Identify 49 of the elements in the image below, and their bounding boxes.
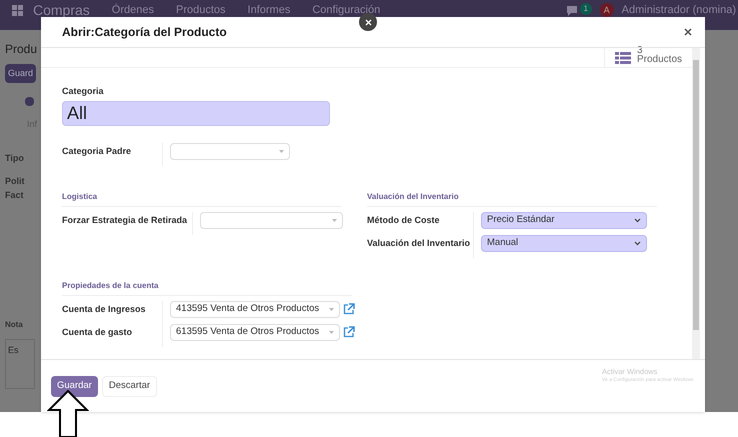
- discard-button[interactable]: Descartar: [102, 376, 158, 396]
- select-field[interactable]: 613595 Venta de Otros Productos: [170, 324, 340, 340]
- field-label: Tipo: [5, 152, 24, 165]
- dialog-title: Abrir:Categoría del Producto: [62, 24, 227, 41]
- field-label: Método de Coste: [367, 214, 441, 226]
- dropdown-field[interactable]: Manual: [481, 234, 647, 252]
- field-label: Fact: [5, 188, 24, 202]
- field-label: Forzar Estrategia de Retirada: [62, 214, 188, 227]
- caret-icon: [332, 218, 337, 222]
- notes-field[interactable]: Es: [5, 339, 35, 389]
- name-input-field[interactable]: All: [62, 100, 330, 126]
- menu-item[interactable]: Informes: [248, 3, 290, 17]
- save-button[interactable]: Guardar: [51, 376, 98, 396]
- field-label: Cuenta de Ingresos: [62, 302, 147, 316]
- field-label: Nota: [5, 319, 23, 331]
- save-button[interactable]: Guard: [5, 64, 36, 83]
- external-link-icon[interactable]: [343, 326, 355, 338]
- user-name[interactable]: Administrador (nomina): [622, 3, 736, 17]
- field-label: Valuación del Inventario: [367, 236, 472, 250]
- page-title: Produ: [5, 41, 38, 58]
- caret-icon: [634, 218, 641, 222]
- field-label: Polit: [5, 175, 24, 188]
- section-heading: Valuación del Inventario: [367, 190, 657, 206]
- field-label: Categoria Padre: [62, 144, 132, 158]
- select-field[interactable]: [200, 212, 343, 228]
- apps-icon[interactable]: [12, 3, 23, 16]
- checkbox[interactable]: [25, 97, 34, 106]
- scrollbar[interactable]: [692, 48, 700, 359]
- dropdown-field[interactable]: Precio Estándar: [481, 212, 647, 228]
- caret-icon: [634, 240, 641, 246]
- section-heading: Propiedades de la cuenta: [62, 280, 352, 296]
- field-label: Cuenta de gasto: [62, 326, 134, 339]
- caret-icon: [329, 330, 334, 334]
- section-heading: Logistica: [62, 190, 342, 206]
- menu-item[interactable]: Configuración: [312, 3, 380, 17]
- external-link-icon[interactable]: [343, 303, 355, 315]
- close-icon[interactable]: [684, 28, 692, 36]
- list-icon: [615, 52, 631, 64]
- caret-icon: [279, 150, 284, 152]
- avatar: A: [600, 3, 614, 17]
- notification-badge: 1: [580, 3, 592, 15]
- caret-icon: [329, 308, 334, 310]
- chat-icon[interactable]: [566, 5, 578, 16]
- field-label: Categoria: [62, 85, 105, 98]
- app-name: Compras: [33, 3, 90, 17]
- select-field[interactable]: 413595 Venta de Otros Productos: [170, 300, 340, 318]
- select-field[interactable]: [170, 142, 290, 160]
- menu-item[interactable]: Productos: [176, 3, 226, 17]
- menu-item[interactable]: Órdenes: [112, 3, 154, 17]
